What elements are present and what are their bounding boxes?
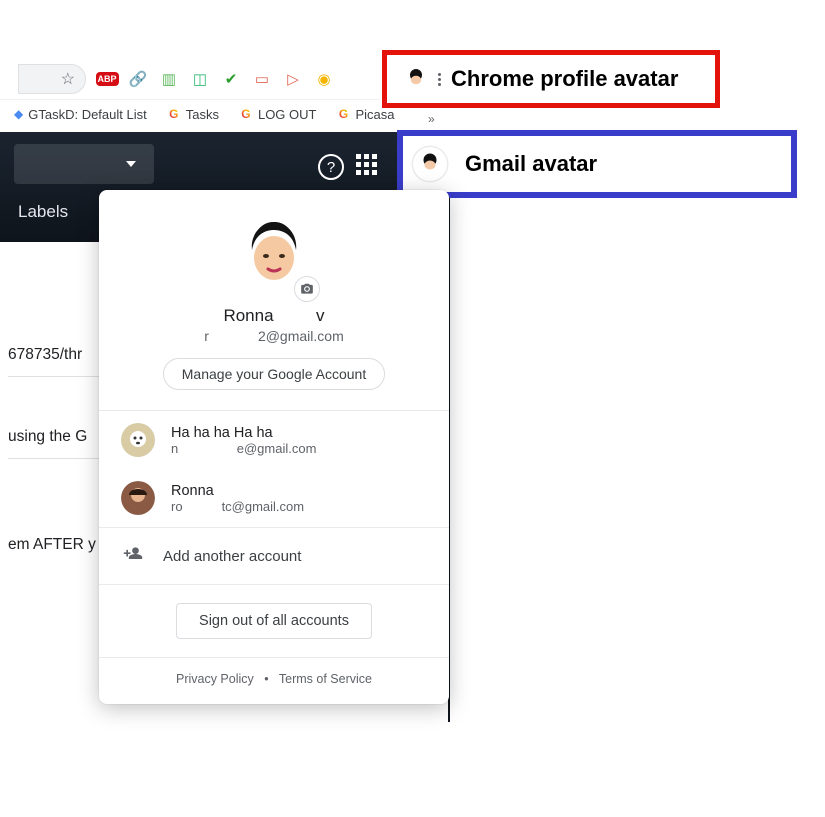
chrome-toolbar: ☆ ABP 🔗 ▥ ◫ ✔ ▭ ▷ ◉ xyxy=(0,58,380,100)
account-popup-header: Ronnaxxxxxv rxxxxxxx2@gmail.com Manage y… xyxy=(99,190,449,410)
add-account-button[interactable]: Add another account xyxy=(99,528,449,584)
check-extension-icon[interactable]: ✔ xyxy=(221,69,241,89)
terms-link[interactable]: Terms of Service xyxy=(279,672,372,686)
google-icon: G xyxy=(167,107,181,121)
bookmark-label: Tasks xyxy=(186,107,219,122)
account-email: roxxxxxxtc@gmail.com xyxy=(171,499,304,514)
swirl-extension-icon[interactable]: ◉ xyxy=(314,69,334,89)
gmail-avatar-annotation-label: Gmail avatar xyxy=(465,151,597,177)
arrow-extension-icon[interactable]: ▷ xyxy=(283,69,303,89)
bookmark-label: LOG OUT xyxy=(258,107,317,122)
bookmark-logout[interactable]: G LOG OUT xyxy=(239,107,317,122)
add-account-label: Add another account xyxy=(163,548,301,565)
star-icon[interactable]: ☆ xyxy=(61,69,75,89)
privacy-link[interactable]: Privacy Policy xyxy=(176,672,254,686)
address-bar-end[interactable]: ☆ xyxy=(18,64,86,94)
body-text-fragment: using the G xyxy=(8,428,87,446)
popup-footer: Privacy Policy • Terms of Service xyxy=(99,658,449,704)
bookmark-tasks[interactable]: G Tasks xyxy=(167,107,219,122)
google-apps-icon[interactable] xyxy=(356,154,380,178)
primary-account-name: Ronnaxxxxxv xyxy=(119,306,429,326)
account-row[interactable]: Ha ha ha Ha ha nxxxxxxxxxe@gmail.com xyxy=(99,411,449,469)
account-name: Ronna xyxy=(171,483,304,499)
chrome-menu-icon[interactable] xyxy=(438,73,442,86)
body-text-fragment: 678735/thr xyxy=(8,346,82,364)
bookmark-picasa[interactable]: G Picasa xyxy=(336,107,394,122)
body-text-fragment: em AFTER y xyxy=(8,536,96,554)
slides-extension-icon[interactable]: ▭ xyxy=(252,69,272,89)
camera-icon[interactable] xyxy=(294,276,320,302)
account-row[interactable]: Ronna roxxxxxxtc@gmail.com xyxy=(99,469,449,527)
account-avatar-icon xyxy=(121,481,155,515)
manage-account-button[interactable]: Manage your Google Account xyxy=(163,358,385,390)
body-divider xyxy=(8,376,103,377)
primary-account-email: rxxxxxxx2@gmail.com xyxy=(119,328,429,344)
account-email: nxxxxxxxxxe@gmail.com xyxy=(171,441,316,456)
bookmark-gtaskd[interactable]: ◆ GTaskD: Default List xyxy=(14,107,147,122)
signout-button[interactable]: Sign out of all accounts xyxy=(176,603,372,639)
gmail-avatar-icon[interactable] xyxy=(413,147,447,181)
bookmark-icon: ◆ xyxy=(14,107,23,121)
app-extension-icon[interactable]: ◫ xyxy=(190,69,210,89)
caret-down-icon xyxy=(126,161,136,167)
bookmark-overflow-icon[interactable]: » xyxy=(428,112,435,126)
account-avatar-icon xyxy=(121,423,155,457)
gmail-avatar-annotation: Gmail avatar xyxy=(397,130,797,198)
primary-avatar xyxy=(232,214,316,298)
labels-tab[interactable]: Labels xyxy=(18,202,68,222)
bookmark-label: GTaskD: Default List xyxy=(28,107,147,122)
help-icon[interactable]: ? xyxy=(318,154,344,180)
chrome-profile-avatar-icon[interactable] xyxy=(403,66,429,92)
account-name: Ha ha ha Ha ha xyxy=(171,425,316,441)
add-person-icon xyxy=(123,544,143,568)
google-icon: G xyxy=(239,107,253,121)
link-extension-icon[interactable]: 🔗 xyxy=(128,69,148,89)
body-divider xyxy=(8,458,103,459)
note-extension-icon[interactable]: ▥ xyxy=(159,69,179,89)
account-popup: Ronnaxxxxxv rxxxxxxx2@gmail.com Manage y… xyxy=(99,190,449,704)
bookmark-label: Picasa xyxy=(355,107,394,122)
google-icon: G xyxy=(336,107,350,121)
compose-dropdown[interactable] xyxy=(14,144,154,184)
chrome-profile-annotation-label: Chrome profile avatar xyxy=(451,66,678,92)
bookmarks-bar: ◆ GTaskD: Default List G Tasks G LOG OUT… xyxy=(14,100,434,128)
separator-dot: • xyxy=(264,672,268,686)
abp-extension-icon[interactable]: ABP xyxy=(97,69,117,89)
signout-section: Sign out of all accounts xyxy=(99,585,449,657)
